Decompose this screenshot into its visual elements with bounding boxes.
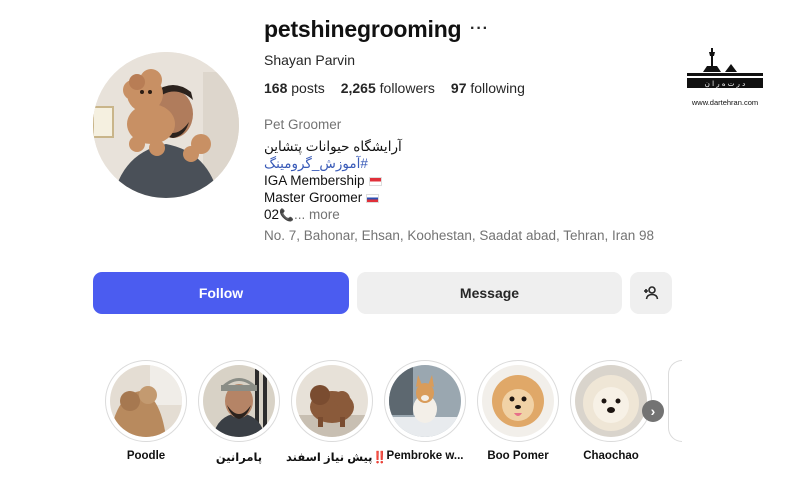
stat-followers[interactable]: 2,265 followers xyxy=(341,80,435,96)
stat-count: 97 xyxy=(450,80,467,96)
profile-full-name: Shayan Parvin xyxy=(264,52,356,68)
highlight-label: پیش نیاز اسفند‼️ xyxy=(286,450,387,464)
follow-button[interactable]: Follow xyxy=(93,272,349,314)
stat-posts[interactable]: 168 posts xyxy=(264,80,325,96)
highlight-boo-pomer[interactable]: Boo Pomer xyxy=(472,360,564,462)
bio-line: 02📞... more xyxy=(264,206,402,224)
profile-stats: 168 posts 2,265 followers 97 following xyxy=(264,80,525,96)
bio-more-link[interactable]: ... more xyxy=(294,207,340,222)
highlight-label: Poodle xyxy=(126,450,166,462)
highlight-label-text: پیش نیاز اسفند xyxy=(286,452,373,464)
highlight-label: Boo Pomer xyxy=(487,450,549,462)
svg-text:د ر ت ه ر ا ن: د ر ت ه ر ا ن xyxy=(705,80,746,88)
highlight-prerequisite[interactable]: پیش نیاز اسفند‼️ xyxy=(286,360,387,464)
highlight-ring xyxy=(477,360,559,442)
profile-bio: آرایشگاه حیوانات پتشاین #آموزش_گرومینگ I… xyxy=(264,138,402,224)
highlight-ring xyxy=(384,360,466,442)
highlight-cover xyxy=(389,365,461,437)
bio-line: IGA Membership xyxy=(264,172,402,189)
message-button[interactable]: Message xyxy=(357,272,622,314)
bio-line: Master Groomer xyxy=(264,189,402,206)
stat-count: 2,265 xyxy=(340,80,376,96)
more-horizontal-icon[interactable]: ··· xyxy=(470,20,489,38)
highlight-pomeranian[interactable]: پامرانین xyxy=(193,360,285,464)
watermark-url: www.dartehran.com xyxy=(691,98,759,107)
highlight-pembroke[interactable]: Pembroke w... xyxy=(379,360,471,462)
highlight-ring xyxy=(105,360,187,442)
stat-label: following xyxy=(470,80,525,96)
person-add-icon xyxy=(644,286,659,300)
profile-address: No. 7, Bahonar, Ehsan, Koohestan, Saadat… xyxy=(264,228,655,243)
highlight-poodle[interactable]: Poodle xyxy=(100,360,192,462)
stat-count: 168 xyxy=(264,80,288,96)
tehran-skyline-logo: د ر ت ه ر ا ن xyxy=(687,48,763,88)
story-highlights: Poodle پامرانین پیش نیاز اسفند‼️ Pembrok… xyxy=(100,360,690,480)
highlight-cover xyxy=(575,365,647,437)
bio-line: آرایشگاه حیوانات پتشاین xyxy=(264,139,402,154)
highlight-ring xyxy=(198,360,280,442)
highlight-ring xyxy=(291,360,373,442)
suggest-users-button[interactable] xyxy=(630,272,672,314)
stat-label: posts xyxy=(291,80,325,96)
dartehran-watermark: د ر ت ه ر ا ن www.dartehran.com xyxy=(683,38,767,107)
highlight-cover xyxy=(110,365,182,437)
bio-text: 02 xyxy=(264,207,280,222)
chevron-right-icon[interactable]: › xyxy=(642,400,664,422)
profile-category: Pet Groomer xyxy=(264,117,342,132)
indonesia-flag-icon xyxy=(368,176,382,186)
stat-label: followers xyxy=(379,80,435,96)
bio-text: IGA Membership xyxy=(264,173,365,188)
bio-text: Master Groomer xyxy=(264,190,363,205)
highlight-label: Chaochao xyxy=(583,450,639,462)
highlight-partial[interactable] xyxy=(668,360,682,442)
highlight-cover xyxy=(296,365,368,437)
highlight-cover xyxy=(482,365,554,437)
highlight-cover xyxy=(203,365,275,437)
profile-username: petshinegrooming xyxy=(264,16,462,42)
highlight-label: Pembroke w... xyxy=(386,450,464,462)
russia-flag-icon xyxy=(366,193,380,203)
highlight-label: پامرانین xyxy=(215,452,263,464)
phone-icon: 📞 xyxy=(279,208,294,222)
profile-avatar[interactable] xyxy=(93,52,239,198)
bio-hashtag-link[interactable]: #آموزش_گرومینگ xyxy=(264,155,402,172)
highlight-ring xyxy=(570,360,652,442)
stat-following[interactable]: 97 following xyxy=(451,80,525,96)
